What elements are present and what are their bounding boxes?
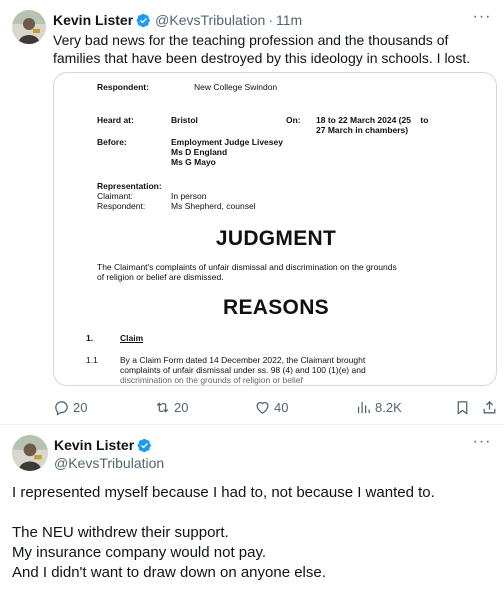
doc-before-member2: Ms G Mayo [171,157,216,167]
doc-before-label: Before: [97,137,127,147]
like-count: 40 [274,399,289,415]
author-handle[interactable]: @KevsTribulation [155,11,265,29]
bookmark-button[interactable] [454,398,471,416]
views-count: 8.2K [375,399,402,415]
repost-button[interactable]: 20 [154,398,188,416]
avatar-image [12,435,48,471]
doc-before-member1: Ms D England [171,147,228,157]
author-handle[interactable]: @KevsTribulation [54,454,164,472]
doc-para-line3: discrimination on the grounds of religio… [120,375,303,385]
avatar-image [12,10,46,44]
doc-on-value-line1: 18 to 22 March 2024 (25 to [316,115,429,125]
doc-representation-label: Representation: [97,181,162,191]
doc-section-number: 1. [86,333,94,343]
reply-button[interactable]: 20 [53,398,87,416]
reply-icon [55,400,68,416]
like-button[interactable]: 40 [254,398,288,416]
tweet-line-2: The NEU withdrew their support. [12,524,229,541]
more-options-icon[interactable]: ··· [472,434,492,455]
doc-heard-at-label: Heard at: [97,115,134,125]
reply-count: 20 [73,399,88,415]
doc-on-label: On: [286,115,301,125]
tweet-line-1: I represented myself because I had to, n… [12,484,435,501]
tweet-header: Kevin Lister @KevsTribulation · 11m [53,11,464,29]
tweet-text: Very bad news for the teaching professio… [53,32,471,66]
author-name-row: Kevin Lister [54,436,156,454]
avatar[interactable] [12,435,48,471]
doc-reasons-heading: REASONS [223,296,329,319]
doc-claimant-value: In person [171,191,207,201]
doc-heard-at-value: Bristol [171,115,198,125]
author-name[interactable]: Kevin Lister [54,436,134,454]
tweet-main[interactable]: Kevin Lister @KevsTribulation · 11m ··· … [0,0,504,424]
bookmark-icon [457,400,468,415]
tweet-line-3: My insurance company would not pay. [12,544,267,561]
doc-para-line1: By a Claim Form dated 14 December 2022, … [120,355,366,365]
views-chart-icon [357,401,370,413]
avatar[interactable] [12,10,46,44]
document-content: Respondent: New College Swindon Heard at… [54,73,496,385]
verified-badge-icon [136,13,151,27]
attached-document-image[interactable]: Respondent: New College Swindon Heard at… [53,72,497,386]
doc-respondent2-value: Ms Shepherd, counsel [171,201,256,211]
repost-count: 20 [174,399,189,415]
doc-para-line2: complaints of unfair dismissal under ss.… [120,365,366,375]
doc-respondent-label: Respondent: [97,82,149,92]
doc-on-value-line2: 27 March in chambers) [316,125,409,135]
tweet-line-4: And I didn't want to draw down on anyone… [12,564,326,581]
doc-respondent2-label: Respondent: [97,201,146,211]
doc-before-judge: Employment Judge Livesey [171,137,283,147]
doc-section-title: Claim [120,333,144,343]
verified-badge-icon [137,438,152,452]
doc-claimant-label: Claimant: [97,191,133,201]
repost-icon [156,401,169,413]
action-bar: 20 20 40 8.2K [53,398,498,416]
share-icon [483,400,496,413]
doc-respondent-value: New College Swindon [194,82,278,92]
doc-judgment-line1: The Claimant's complaints of unfair dism… [97,262,397,272]
doc-para-number: 1.1 [86,355,98,365]
separator-dot: · [268,12,273,28]
views-button[interactable]: 8.2K [355,398,402,416]
more-options-icon[interactable]: ··· [472,9,492,30]
tweet-reply-thread[interactable]: Kevin Lister @KevsTribulation ··· I repr… [0,425,504,600]
timestamp[interactable]: 11m [276,11,302,29]
doc-judgment-line2: of religion or belief are dismissed. [97,272,224,282]
share-button[interactable] [481,398,498,416]
tweet-text: I represented myself because I had to, n… [12,483,492,583]
heart-icon [256,401,269,414]
author-name[interactable]: Kevin Lister [53,11,133,29]
doc-judgment-heading: JUDGMENT [215,227,337,250]
